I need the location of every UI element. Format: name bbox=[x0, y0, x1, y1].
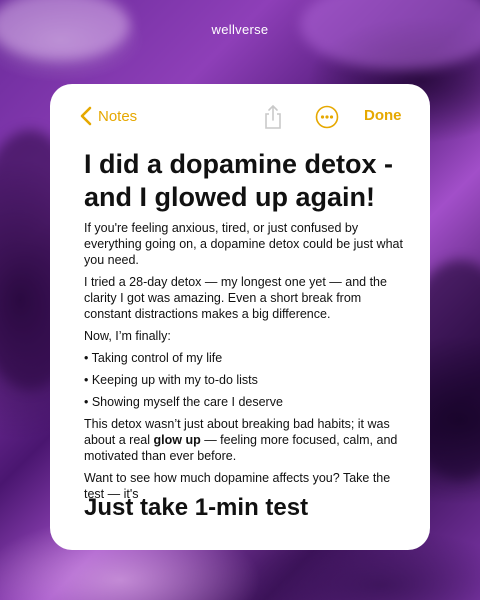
note-toolbar: Notes Done bbox=[50, 102, 430, 132]
note-paragraph: I tried a 28-day detox — my longest one … bbox=[84, 275, 387, 321]
list-item: • Keeping up with my to-do lists bbox=[84, 373, 258, 387]
back-button[interactable]: Notes bbox=[80, 106, 137, 126]
bullet-list: • Taking control of my life • Keeping up… bbox=[84, 350, 406, 410]
chevron-left-icon bbox=[80, 106, 92, 126]
back-label: Notes bbox=[98, 107, 138, 125]
note-paragraph: This detox wasn’t just about breaking ba… bbox=[84, 416, 406, 464]
note-paragraph: Now, I’m finally: bbox=[84, 329, 171, 343]
brand-logo: wellverse bbox=[0, 22, 480, 37]
more-icon bbox=[315, 105, 339, 129]
cta-heading[interactable]: Just take 1-min test bbox=[84, 494, 308, 522]
list-item: • Showing myself the care I deserve bbox=[84, 395, 283, 409]
note-paragraph: If you're feeling anxious, tired, or jus… bbox=[84, 221, 403, 267]
done-button[interactable]: Done bbox=[364, 107, 402, 124]
share-icon bbox=[265, 104, 281, 129]
note-title: I did a dopamine detox - and I glowed up… bbox=[84, 149, 394, 212]
share-button[interactable] bbox=[262, 104, 284, 135]
wellverse-logo: wellverse bbox=[211, 22, 269, 37]
note-card: Notes Done I did a dopamine detox - and … bbox=[50, 84, 430, 550]
more-button[interactable] bbox=[315, 105, 339, 134]
note-body: If you're feeling anxious, tired, or jus… bbox=[84, 220, 406, 508]
bold-text: glow up bbox=[153, 433, 201, 447]
list-item: • Taking control of my life bbox=[84, 351, 223, 365]
